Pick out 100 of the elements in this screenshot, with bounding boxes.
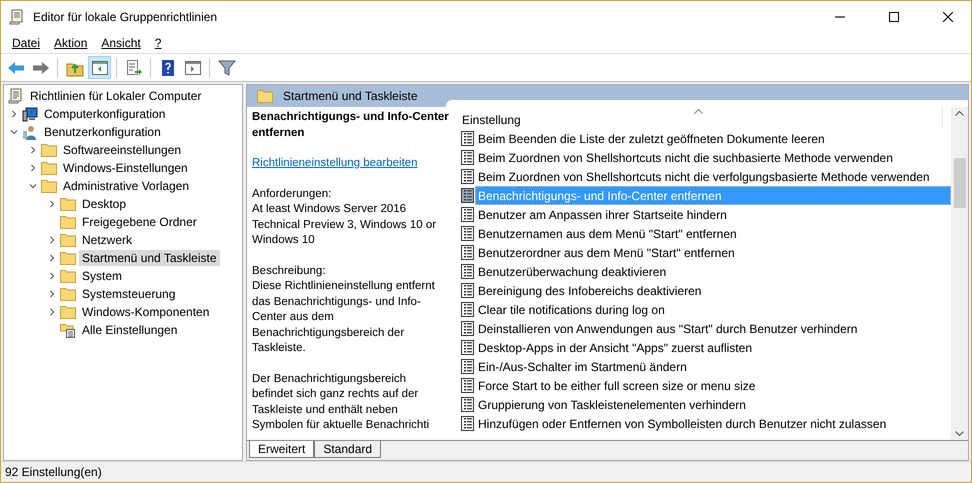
expanded-chevron-icon[interactable] [29, 182, 37, 190]
tree-item[interactable]: Benutzerkonfiguration [41, 124, 164, 140]
policy-setting-icon [460, 169, 475, 184]
policy-setting-icon [460, 302, 475, 317]
policy-setting-icon [460, 321, 475, 336]
menu-item[interactable]: ? [148, 36, 168, 50]
tree-item[interactable]: Freigegebene Ordner [79, 214, 200, 230]
setting-row[interactable]: Desktop-Apps in der Ansicht "Apps" zuerst auflisten [475, 338, 951, 357]
scroll-up-icon[interactable] [955, 111, 964, 116]
tree-item[interactable]: Softwareeinstellungen [60, 142, 184, 158]
folder-icon [60, 197, 76, 211]
scroll-icon [9, 8, 25, 24]
setting-row[interactable]: Benutzerüberwachung deaktivieren [475, 262, 951, 281]
menu-item[interactable]: Datei [5, 36, 48, 50]
scroll-down-icon[interactable] [955, 431, 964, 436]
menu-item[interactable]: Ansicht [94, 36, 148, 50]
setting-row[interactable]: Bereinigung des Infobereichs deaktivieren [475, 281, 951, 300]
scroll-icon [8, 88, 24, 104]
tree-item[interactable]: Netzwerk [79, 232, 136, 248]
view-tab[interactable]: Standard [314, 441, 382, 458]
scrollbar-thumb[interactable] [954, 158, 966, 208]
setting-row[interactable]: Benutzernamen aus dem Menü "Start" entfernen [475, 224, 951, 243]
tree-item[interactable]: Windows-Einstellungen [60, 160, 191, 176]
collapsed-chevron-icon[interactable] [10, 110, 18, 118]
setting-row[interactable]: Ein-/Aus-Schalter im Startmenü ändern [475, 357, 951, 376]
setting-row[interactable]: Clear tile notifications during log on [475, 300, 951, 319]
policy-setting-icon [460, 226, 475, 241]
policy-setting-icon [460, 283, 475, 298]
column-header[interactable]: Einstellung [454, 107, 943, 129]
tree-item[interactable]: Systemsteuerung [79, 286, 178, 302]
setting-row[interactable]: Deinstallieren von Anwendungen aus "Start" durch Benutzer verhindern [475, 319, 951, 338]
policy-setting-icon [460, 378, 475, 393]
folder-icon [60, 269, 76, 283]
folder-icon [60, 233, 76, 247]
maximize-icon [889, 12, 899, 22]
setting-heading: Benachrichtigungs- und Info-Center entfernen [252, 110, 449, 140]
setting-row[interactable]: Beim Zuordnen von Shellshortcuts nicht die verfolgungsbasierte Methode verwenden [475, 167, 951, 186]
export-list-icon [124, 58, 142, 76]
setting-row[interactable]: Beim Zuordnen von Shellshortcuts nicht die suchbasierte Methode verwenden [475, 148, 951, 167]
collapsed-chevron-icon[interactable] [48, 200, 56, 208]
pane-title: Startmenü und Taskleiste [283, 89, 418, 103]
view-pane-icon [184, 58, 202, 76]
status-text: 92 Einstellung(en) [5, 465, 102, 479]
folder-icon [257, 89, 273, 103]
description-text: Der Benachrichtigungsbereich befindet sich ganz rechts auf der Taskleiste und enthält neben Symbolen für aktuelle Benachrichti [252, 372, 430, 433]
tree-item[interactable]: Administrative Vorlagen [60, 178, 192, 194]
setting-row[interactable]: Force Start to be either full screen size or menu size [475, 376, 951, 395]
view-tab[interactable]: Erweitert [249, 441, 314, 458]
tree-item[interactable]: Richtlinien für Lokaler Computer [27, 88, 204, 104]
setting-row[interactable]: Benutzer am Anpassen ihrer Startseite hindern [475, 205, 951, 224]
policy-setting-icon [460, 264, 475, 279]
tree-item[interactable]: System [79, 268, 126, 284]
folder-icon [41, 161, 57, 175]
description-text: Diese Richtlinieneinstellung entfernt das Benachrichtigungs- und Info-Center aus dem Benachrichtigungsbereich der Taskleiste. [252, 279, 436, 356]
collapsed-chevron-icon[interactable] [48, 254, 56, 262]
menu-item[interactable]: Aktion [47, 36, 94, 50]
window-title: Editor für lokale Gruppenrichtlinien [33, 10, 218, 24]
tree-item[interactable]: Alle Einstellungen [79, 322, 180, 338]
computer-icon [22, 106, 38, 122]
policy-setting-icon [460, 131, 475, 146]
policy-setting-icon [460, 150, 475, 165]
setting-row[interactable]: Gruppierung von Taskleistenelementen verhindern [475, 395, 951, 414]
collapsed-chevron-icon[interactable] [48, 236, 56, 244]
close-icon [943, 12, 953, 22]
policy-setting-icon [460, 359, 475, 374]
folder-icon [60, 305, 76, 319]
policy-setting-icon [460, 207, 475, 222]
collapsed-chevron-icon[interactable] [29, 146, 37, 154]
setting-row[interactable]: Hinzufügen oder Entfernen von Symbolleisten durch Benutzer nicht zulassen [475, 414, 951, 433]
folder-icon [41, 143, 57, 157]
requirements-text: At least Windows Server 2016 Technical Preview 3, Windows 10 or Windows 10 [252, 202, 438, 248]
expanded-chevron-icon[interactable] [10, 128, 18, 136]
policy-setting-icon [460, 188, 475, 203]
requirements-label: Anforderungen: [252, 186, 332, 202]
user-icon [22, 124, 38, 140]
toolbar-button[interactable] [88, 56, 111, 79]
tree-item[interactable]: Windows-Komponenten [79, 304, 212, 320]
tree-item[interactable]: Startmenü und Taskleiste [79, 250, 220, 266]
collapsed-chevron-icon[interactable] [29, 164, 37, 172]
tree-item[interactable]: Computerkonfiguration [41, 106, 168, 122]
filter-icon [218, 58, 236, 76]
tree-item[interactable]: Desktop [79, 196, 130, 212]
policy-setting-icon [460, 245, 475, 260]
folder-icon [41, 179, 57, 193]
folder-icon [60, 215, 76, 229]
description-label: Beschreibung: [252, 264, 327, 278]
scrollbar[interactable] [951, 107, 968, 440]
collapsed-chevron-icon[interactable] [48, 272, 56, 280]
policy-setting-icon [460, 397, 475, 412]
pane-toggle-icon [90, 58, 108, 76]
policy-setting-icon [460, 340, 475, 355]
edit-policy-link[interactable]: Richtlinieneinstellung bearbeiten [252, 157, 418, 169]
sort-caret-icon [694, 109, 703, 114]
collapsed-chevron-icon[interactable] [48, 290, 56, 298]
setting-row[interactable]: Beim Beenden die Liste der zuletzt geöffneten Dokumente leeren [475, 129, 951, 148]
collapsed-chevron-icon[interactable] [48, 308, 56, 316]
setting-row[interactable]: Benutzerordner aus dem Menü "Start" entfernen [475, 243, 951, 262]
policy-setting-icon [460, 416, 475, 431]
folder-icon [60, 287, 76, 301]
folder-icon [60, 251, 76, 265]
